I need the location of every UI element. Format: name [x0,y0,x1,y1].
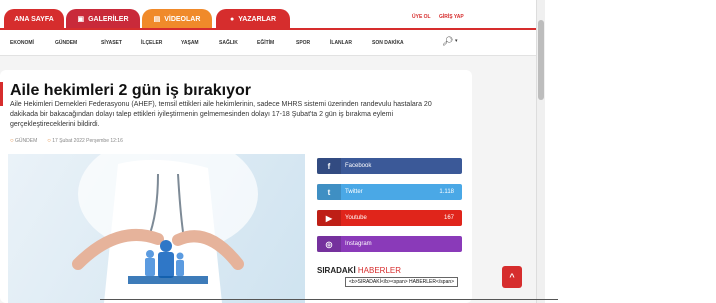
register-link[interactable]: ÜYE OL [412,14,431,20]
social-count: 167 [443,215,454,221]
nav-item-yasam[interactable]: YAŞAM [181,40,199,46]
nav-item-ilceler[interactable]: İLÇELER [141,40,162,46]
tab-label: VİDEOLAR [164,15,201,23]
social-twitter[interactable]: t Twitter 1.118 [317,184,462,200]
category-meta[interactable]: ○ GÜNDEM [10,138,37,144]
top-bar: ANA SAYFA ▣ GALERİLER ▤ VİDEOLAR ● YAZAR… [0,0,536,30]
chevron-up-icon: ^ [509,272,515,282]
nav-item-ilanlar[interactable]: İLANLAR [330,40,352,46]
article-meta: ○ GÜNDEM ○ 17 Şubat 2022 Perşembe 12:16 [10,138,123,144]
clock-icon: ○ [47,138,51,144]
article-lead: Aile Hekimleri Dernekleri Federasyonu (A… [10,101,432,128]
blank-area [545,0,716,303]
nav-item-saglik[interactable]: SAĞLIK [219,40,238,46]
instagram-icon: ◎ [317,236,341,252]
scroll-to-top-button[interactable]: ^ [502,266,522,288]
tab-label: ANA SAYFA [14,15,54,23]
nav-item-ekonomi[interactable]: EKONOMİ [10,40,34,46]
youtube-icon: ▶ [317,210,341,226]
article-image [8,154,305,303]
title-accent [0,82,3,106]
chevron-down-icon[interactable]: ▾ [455,38,458,44]
nav-item-spor[interactable]: SPOR [296,40,310,46]
siradaki-rest: HABERLER [355,266,402,275]
scrollbar-thumb[interactable] [538,20,544,100]
users-icon: ● [229,15,235,23]
login-link[interactable]: GİRİŞ YAP [439,14,464,20]
article-title: Aile hekimleri 2 gün iş bırakıyor [10,82,251,99]
tab-ana-sayfa[interactable]: ANA SAYFA [4,9,64,29]
nav-item-son-dakika[interactable]: SON DAKİKA [372,40,404,46]
tab-label: GALERİLER [88,15,129,23]
social-label: Twitter [345,189,363,195]
video-icon: ▤ [153,16,161,23]
circle-icon: ○ [10,138,14,144]
siradaki-bold: SIRADAKİ [317,266,356,275]
social-count: 1.118 [439,189,454,195]
twitter-icon: t [317,184,341,200]
social-instagram[interactable]: ◎ Instagram [317,236,462,252]
tab-videolar[interactable]: ▤ VİDEOLAR [142,9,212,29]
doctor-illustration [72,154,258,303]
social-label: Facebook [345,163,372,169]
social-label: Youtube [345,215,367,221]
scrollbar[interactable] [536,0,545,303]
divider [100,299,558,300]
social-label: Instagram [345,241,372,247]
category-label: GÜNDEM [15,138,38,144]
nav-item-siyaset[interactable]: SİYASET [101,40,122,46]
tooltip: <b>SIRADAKİ</b><span> HABERLER</span> [345,277,459,287]
date-meta: ○ 17 Şubat 2022 Perşembe 12:16 [47,138,123,144]
tab-label: YAZARLAR [238,15,277,23]
social-youtube[interactable]: ▶ Youtube 167 [317,210,462,226]
tab-yazarlar[interactable]: ● YAZARLAR [216,9,290,29]
main-nav: EKONOMİ GÜNDEM SİYASET İLÇELER YAŞAM SAĞ… [0,30,536,56]
siradaki-haberler-heading: SIRADAKİ HABERLER [317,266,401,275]
nav-item-gundem[interactable]: GÜNDEM [55,40,77,46]
date-label: 17 Şubat 2022 Perşembe 12:16 [52,138,123,144]
tab-galeriler[interactable]: ▣ GALERİLER [66,9,140,29]
image-icon: ▣ [77,16,85,23]
search-icon[interactable]: 🔎︎ [442,36,453,47]
social-facebook[interactable]: f Facebook [317,158,462,174]
facebook-icon: f [317,158,341,174]
article-card: Aile hekimleri 2 gün iş bırakıyor Aile H… [0,70,472,303]
nav-item-egitim[interactable]: EĞİTİM [257,40,274,46]
